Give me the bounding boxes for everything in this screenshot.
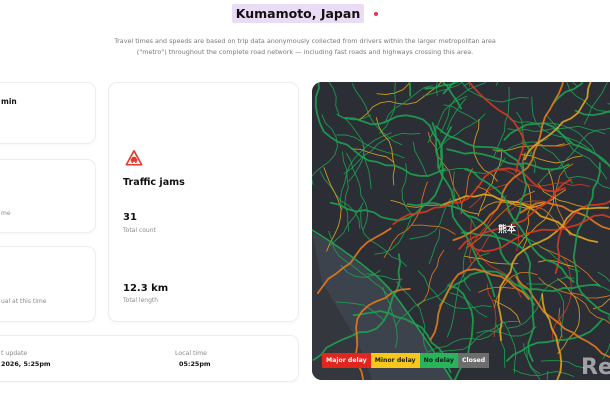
traffic-jam-icon bbox=[125, 149, 143, 166]
traffic-jams-length: 12.3 km bbox=[123, 283, 169, 294]
legend-item-minor-delay: Minor delay bbox=[370, 353, 420, 368]
traffic-jams-count-label: Total count bbox=[123, 227, 156, 234]
description-text: Travel times and speeds are based on tri… bbox=[60, 36, 550, 57]
stat-card-top-left-text: min bbox=[1, 97, 17, 106]
stat-card-bottom-left: ual at this time bbox=[0, 246, 96, 322]
traffic-jams-card: Traffic jams 31 Total count 12.3 km Tota… bbox=[108, 82, 299, 322]
legend-item-closed: Closed bbox=[457, 353, 490, 368]
description-line-2: ("metro") throughout the complete road n… bbox=[136, 47, 474, 56]
legend-item-major-delay: Major delay bbox=[322, 353, 371, 368]
traffic-jams-count: 31 bbox=[123, 212, 137, 223]
watermark-logo: Res bbox=[581, 355, 610, 380]
map-legend: Major delay Minor delay No delay Closed bbox=[322, 353, 490, 368]
live-indicator-dot bbox=[374, 11, 379, 16]
last-update-value: 2026, 5:25pm bbox=[1, 360, 51, 368]
traffic-map[interactable]: 熊本 Major delay Minor delay No delay Closed … bbox=[312, 82, 610, 380]
stat-card-mid-left-text: me bbox=[1, 210, 11, 217]
traffic-map-canvas[interactable] bbox=[312, 82, 610, 380]
local-time-value: 05:25pm bbox=[179, 360, 211, 368]
traffic-jams-length-label: Total length bbox=[123, 297, 159, 304]
city-title: Kumamoto, Japan bbox=[231, 4, 365, 23]
stat-card-bottom-left-text: ual at this time bbox=[1, 298, 47, 305]
stat-card-top-left: min bbox=[0, 82, 96, 144]
local-time-label: Local time bbox=[175, 350, 207, 357]
traffic-jams-title: Traffic jams bbox=[123, 177, 185, 188]
header-title-row: Kumamoto, Japan bbox=[0, 4, 610, 23]
map-city-label: 熊本 bbox=[498, 225, 517, 235]
last-update-label: t update bbox=[1, 350, 28, 357]
update-time-card: t update 2026, 5:25pm Local time 05:25pm bbox=[0, 335, 299, 382]
stat-card-mid-left: me bbox=[0, 159, 96, 233]
legend-item-no-delay: No delay bbox=[419, 353, 458, 368]
description-line-1: Travel times and speeds are based on tri… bbox=[114, 37, 496, 45]
